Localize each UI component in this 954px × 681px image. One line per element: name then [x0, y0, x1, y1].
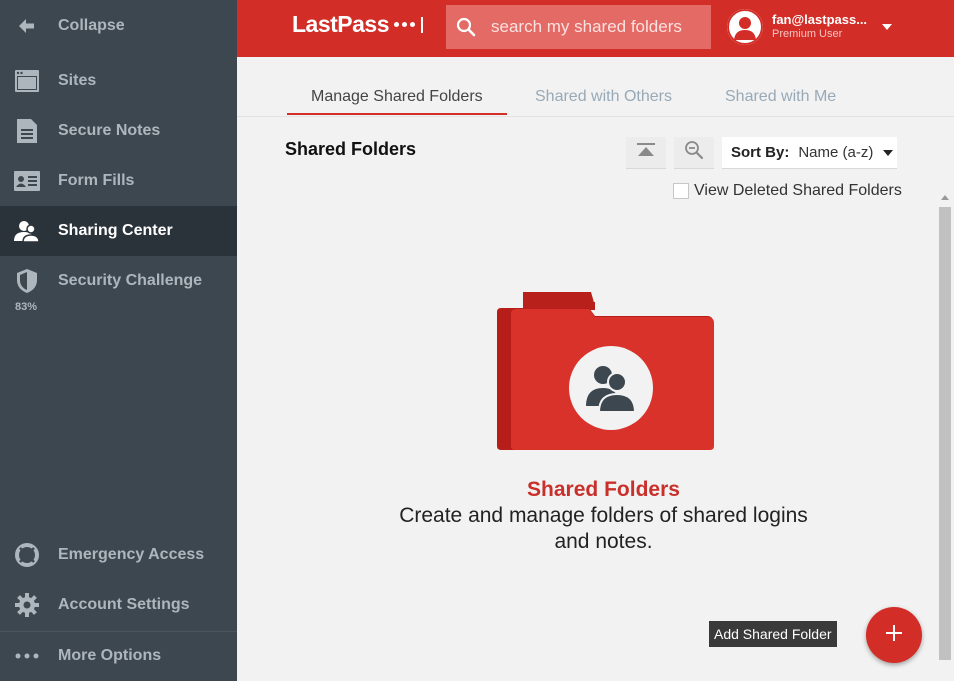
ellipsis-icon	[14, 643, 40, 669]
collapse-all-icon	[637, 143, 655, 162]
view-deleted-checkbox[interactable]	[673, 183, 689, 199]
tab-shared-with-me[interactable]: Shared with Me	[725, 88, 836, 106]
sidebar-item-account-settings[interactable]: Account Settings	[0, 580, 237, 630]
sharing-icon	[14, 218, 40, 244]
search-input[interactable]	[491, 17, 706, 37]
chevron-down-icon	[883, 149, 894, 156]
scroll-up-icon[interactable]	[941, 195, 949, 200]
plus-icon	[886, 624, 902, 646]
sort-label: Sort By:	[731, 144, 790, 161]
security-score-badge: 83%	[15, 301, 38, 313]
collapse-button[interactable]: Collapse	[0, 1, 237, 51]
user-tier: Premium User	[772, 28, 843, 40]
search-box[interactable]	[446, 5, 711, 49]
sidebar-item-label: Sites	[58, 72, 97, 89]
shared-folder-icon	[493, 292, 715, 452]
form-fills-icon	[14, 168, 40, 194]
sidebar-item-sites[interactable]: Sites	[0, 56, 237, 106]
tab-shared-with-others[interactable]: Shared with Others	[535, 88, 672, 106]
search-icon	[446, 5, 486, 49]
sidebar-item-label: Account Settings	[58, 596, 190, 613]
user-info: fan@lastpass... Premium User	[772, 13, 868, 41]
sort-value: Name (a-z)	[798, 144, 874, 161]
collapse-label: Collapse	[58, 17, 125, 34]
zoom-out-button[interactable]	[674, 137, 714, 169]
add-shared-folder-tooltip: Add Shared Folder	[709, 621, 837, 647]
zoom-out-icon	[684, 140, 704, 165]
arrow-left-icon	[14, 13, 40, 39]
section-title: Shared Folders	[285, 139, 417, 159]
top-header: LastPass fan@lastpass... Premium User	[237, 0, 954, 57]
chevron-down-icon	[882, 24, 892, 30]
scrollbar-thumb[interactable]	[939, 207, 951, 660]
sidebar-item-label: More Options	[58, 647, 162, 664]
sidebar-item-label: Emergency Access	[58, 546, 205, 563]
notes-icon	[14, 118, 40, 144]
user-email: fan@lastpass...	[772, 13, 868, 27]
sidebar-item-label: Form Fills	[58, 172, 135, 189]
sidebar-item-label: Security Challenge	[58, 272, 203, 289]
tab-bar: Manage Shared Folders Shared with Others…	[237, 57, 954, 117]
sidebar-item-sharing-center[interactable]: Sharing Center	[0, 206, 237, 256]
add-shared-folder-button[interactable]	[866, 607, 922, 663]
shield-icon	[14, 268, 40, 294]
sites-icon	[14, 68, 40, 94]
sidebar-item-emergency-access[interactable]: Emergency Access	[0, 530, 237, 580]
tab-manage-shared-folders[interactable]: Manage Shared Folders	[311, 88, 483, 106]
view-deleted-label: View Deleted Shared Folders	[694, 182, 902, 199]
user-menu[interactable]: fan@lastpass... Premium User	[727, 7, 892, 47]
sidebar-item-secure-notes[interactable]: Secure Notes	[0, 106, 237, 156]
collapse-all-button[interactable]	[626, 137, 666, 169]
sort-dropdown[interactable]: Sort By: Name (a-z)	[722, 137, 897, 169]
lifebuoy-icon	[14, 542, 40, 568]
view-deleted-toggle[interactable]: View Deleted Shared Folders	[673, 182, 902, 200]
sidebar-item-more-options[interactable]: More Options	[0, 631, 237, 681]
gear-icon	[14, 592, 40, 618]
sidebar-item-form-fills[interactable]: Form Fills	[0, 156, 237, 206]
empty-state-description: Create and manage folders of shared logi…	[399, 504, 808, 553]
sidebar: Collapse Sites Secure Notes Form Fills S…	[0, 0, 237, 681]
logo-text: LastPass	[292, 11, 390, 37]
empty-state-title: Shared Folders	[527, 478, 680, 501]
sidebar-item-security-challenge[interactable]: Security Challenge	[0, 256, 237, 306]
active-tab-indicator	[287, 113, 507, 115]
sidebar-item-label: Sharing Center	[58, 222, 173, 239]
user-avatar-icon	[727, 9, 763, 45]
logo-dots-icon	[394, 16, 424, 33]
lastpass-logo[interactable]: LastPass	[292, 11, 424, 38]
sidebar-item-label: Secure Notes	[58, 122, 161, 139]
